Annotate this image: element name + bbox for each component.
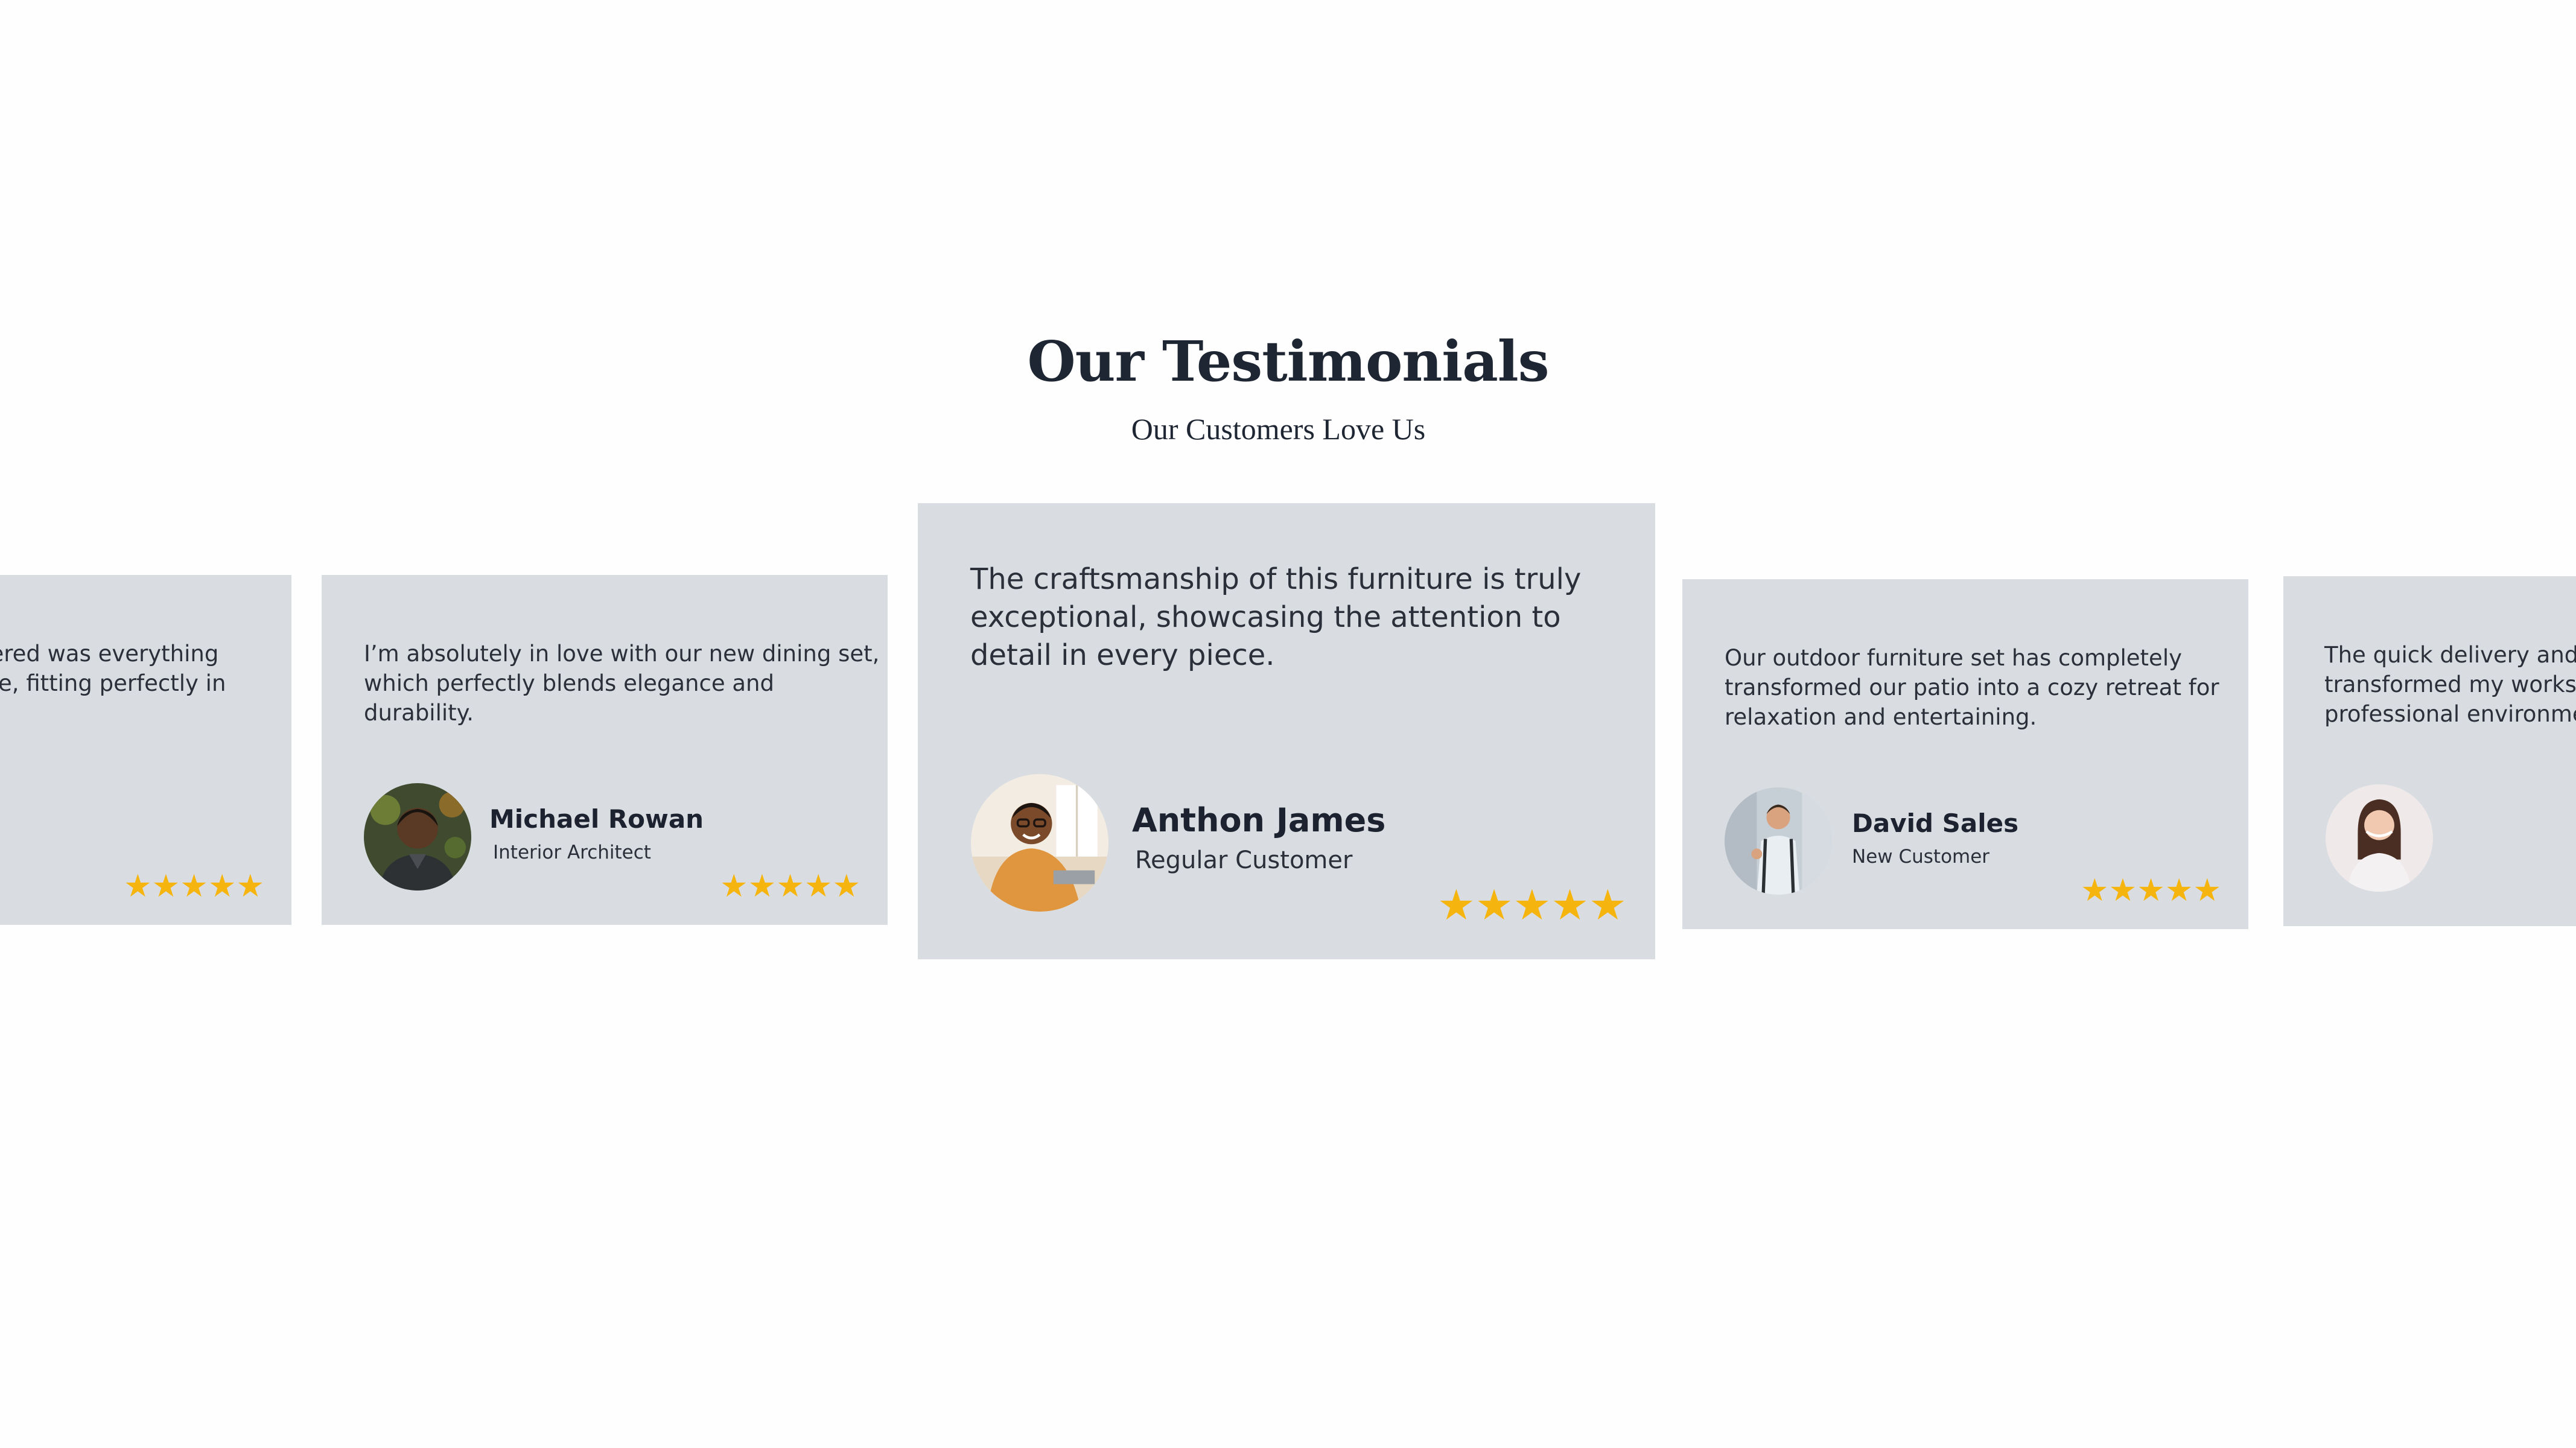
customer-name: Anthon James bbox=[1132, 801, 1386, 839]
star-rating: ★★★★★ bbox=[124, 868, 265, 904]
quote-line: exceptional, showcasing the attention to bbox=[970, 600, 1561, 634]
avatar bbox=[971, 774, 1108, 912]
quote-line: which perfectly blends elegance and bbox=[364, 670, 774, 696]
star-rating: ★★★★★ bbox=[1437, 880, 1627, 930]
quote-line: durability. bbox=[364, 700, 474, 726]
quote-line: dered was everything bbox=[0, 641, 219, 667]
customer-name: Michael Rowan bbox=[489, 804, 704, 834]
avatar bbox=[2326, 784, 2433, 892]
testimonial-card[interactable]: dered was everything ore, fitting perfec… bbox=[0, 575, 291, 925]
quote-line: I’m absolutely in love with our new dini… bbox=[364, 641, 880, 667]
testimonial-card-featured[interactable]: The craftsmanship of this furniture is t… bbox=[918, 503, 1655, 959]
avatar-customer-5-icon bbox=[2326, 784, 2433, 892]
avatar-michael-rowan-icon bbox=[364, 783, 471, 891]
quote-line: transformed our patio into a cozy retrea… bbox=[1725, 675, 2219, 700]
customer-name: David Sales bbox=[1852, 808, 2019, 838]
quote-line: Our outdoor furniture set has completely bbox=[1725, 645, 2182, 671]
customer-role: Regular Customer bbox=[1135, 846, 1353, 874]
star-rating: ★★★★★ bbox=[720, 868, 861, 904]
quote-line: transformed my worksp bbox=[2324, 672, 2576, 697]
quote-line: professional environme bbox=[2324, 701, 2576, 727]
star-rating: ★★★★★ bbox=[2081, 872, 2222, 909]
avatar-david-sales-icon bbox=[1725, 787, 1832, 895]
customer-role: New Customer bbox=[1852, 846, 1990, 868]
quote-line: ore, fitting perfectly in bbox=[0, 670, 226, 696]
testimonial-quote: The craftsmanship of this furniture is t… bbox=[970, 560, 1634, 675]
quote-line: relaxation and entertaining. bbox=[1725, 704, 2037, 730]
testimonial-quote: The quick delivery and b transformed my … bbox=[2324, 640, 2576, 729]
quote-line: The quick delivery and b bbox=[2324, 642, 2576, 668]
avatar-anthon-james-icon bbox=[971, 774, 1108, 912]
quote-line: The craftsmanship of this furniture is t… bbox=[970, 562, 1582, 596]
testimonial-card[interactable]: Our outdoor furniture set has completely… bbox=[1682, 579, 2248, 929]
testimonial-quote: Our outdoor furniture set has completely… bbox=[1725, 643, 2244, 732]
testimonial-card[interactable]: I’m absolutely in love with our new dini… bbox=[322, 575, 888, 925]
testimonial-quote: dered was everything ore, fitting perfec… bbox=[0, 639, 290, 698]
customer-role: Interior Architect bbox=[493, 842, 651, 863]
avatar bbox=[1725, 787, 1832, 895]
testimonials-carousel[interactable]: dered was everything ore, fitting perfec… bbox=[0, 0, 2576, 1448]
avatar bbox=[364, 783, 471, 891]
testimonial-quote: I’m absolutely in love with our new dini… bbox=[364, 639, 880, 728]
testimonial-card[interactable]: The quick delivery and b transformed my … bbox=[2283, 576, 2576, 926]
quote-line: detail in every piece. bbox=[970, 638, 1275, 672]
